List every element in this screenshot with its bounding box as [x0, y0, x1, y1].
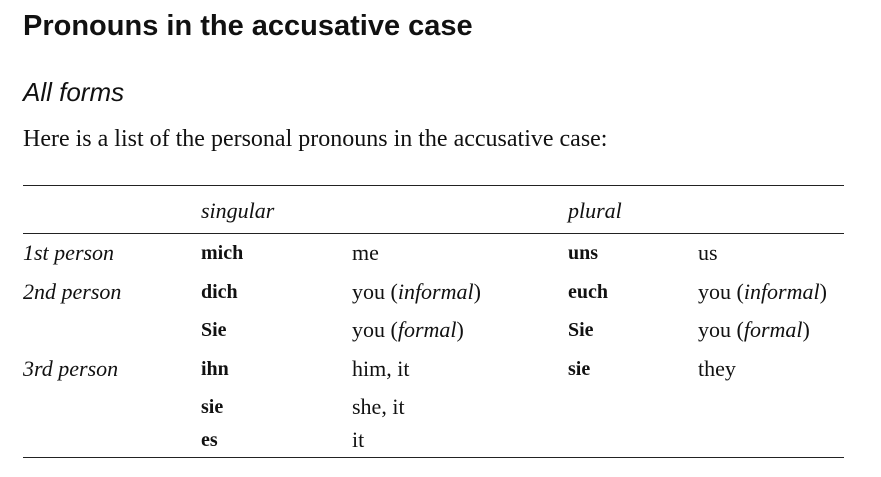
meaning-prefix: you ( — [352, 279, 398, 304]
singular-german-pronoun: dich — [201, 281, 238, 303]
meaning-suffix: ) — [456, 317, 464, 342]
plural-english-meaning: us — [698, 240, 718, 265]
singular-german-pronoun: sie — [201, 396, 224, 418]
table-top-rule — [23, 185, 844, 186]
page-heading: Pronouns in the accusative case — [23, 10, 473, 42]
plural-german-pronoun: Sie — [568, 319, 594, 341]
meaning-register: formal — [743, 317, 803, 342]
plural-german-pronoun: uns — [568, 242, 599, 264]
singular-english-meaning: she, it — [352, 394, 405, 419]
meaning-suffix: ) — [802, 317, 810, 342]
plural-german-pronoun: sie — [568, 358, 591, 380]
intro-text: Here is a list of the personal pronouns … — [23, 126, 608, 152]
meaning-register: informal — [397, 279, 474, 304]
singular-english-meaning: you (informal) — [352, 277, 481, 307]
table-bottom-rule — [23, 457, 844, 458]
row-person-label: 1st person — [23, 240, 115, 265]
plural-german-pronoun: euch — [568, 281, 608, 303]
meaning-prefix: you ( — [352, 317, 398, 342]
singular-german-pronoun: ihn — [201, 358, 229, 380]
meaning-prefix: you ( — [698, 279, 744, 304]
row-person-label: 3rd person — [23, 356, 119, 381]
plural-english-meaning: you (informal) — [698, 277, 827, 307]
meaning-prefix: you ( — [698, 317, 744, 342]
table-header-rule — [23, 233, 844, 234]
section-subheading: All forms — [23, 77, 125, 107]
meaning-suffix: ) — [819, 279, 827, 304]
singular-german-pronoun: Sie — [201, 319, 227, 341]
row-person-label: 2nd person — [23, 279, 122, 304]
meaning-register: formal — [397, 317, 457, 342]
plural-english-meaning: you (formal) — [698, 315, 810, 345]
meaning-register: informal — [743, 279, 820, 304]
singular-english-meaning: you (formal) — [352, 315, 464, 345]
plural-english-meaning: they — [698, 356, 736, 381]
singular-german-pronoun: mich — [201, 242, 244, 264]
singular-english-meaning: it — [352, 427, 365, 452]
header-singular: singular — [201, 198, 275, 223]
singular-english-meaning: me — [352, 240, 379, 265]
meaning-suffix: ) — [473, 279, 481, 304]
singular-german-pronoun: es — [201, 429, 218, 451]
header-plural: plural — [568, 198, 622, 223]
singular-english-meaning: him, it — [352, 356, 410, 381]
